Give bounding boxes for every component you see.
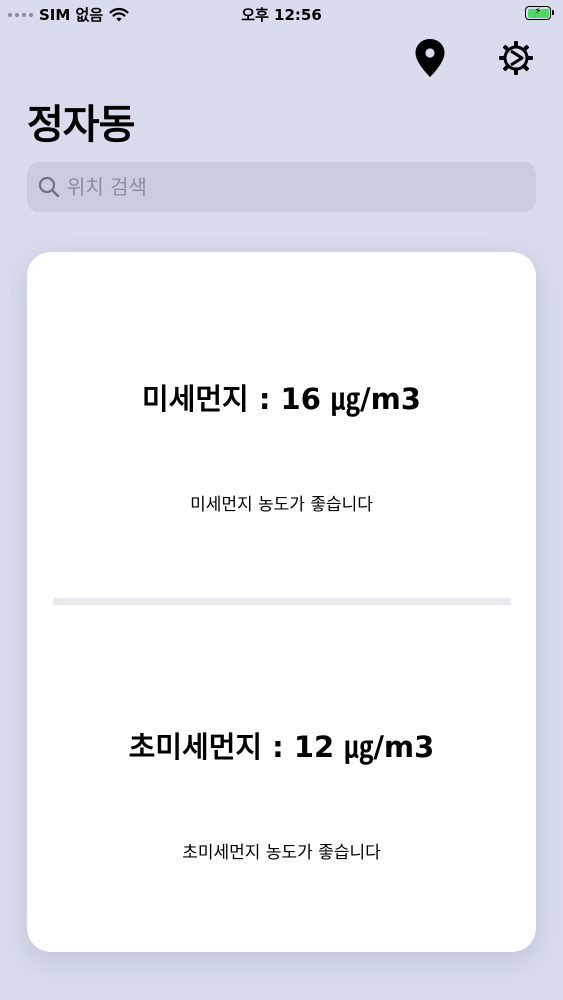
location-button[interactable] <box>411 38 449 78</box>
status-bar: SIM 없음 오후 12:56 ⚡ <box>0 0 563 28</box>
dust-card: 미세먼지 : 16 ㎍/m3 미세먼지 농도가 좋습니다 초미세먼지 : 12 … <box>27 252 536 952</box>
status-time: 오후 12:56 <box>241 6 322 24</box>
top-actions <box>411 38 535 78</box>
pm25-description: 초미세먼지 농도가 좋습니다 <box>182 843 381 863</box>
pm25-section: 초미세먼지 : 12 ㎍/m3 초미세먼지 농도가 좋습니다 <box>27 724 536 863</box>
pm10-section: 미세먼지 : 16 ㎍/m3 미세먼지 농도가 좋습니다 <box>27 376 536 515</box>
search-icon <box>38 176 60 198</box>
settings-button[interactable] <box>497 38 535 78</box>
gear-icon <box>499 41 533 75</box>
location-pin-icon <box>415 39 445 77</box>
search-bar[interactable] <box>27 162 536 212</box>
page-title: 정자동 <box>27 102 135 148</box>
pm25-value: 초미세먼지 : 12 ㎍/m3 <box>128 730 435 764</box>
divider <box>53 598 511 605</box>
pm10-value: 미세먼지 : 16 ㎍/m3 <box>142 382 421 416</box>
search-input[interactable] <box>67 175 536 199</box>
battery-icon: ⚡ <box>525 6 554 20</box>
pm10-description: 미세먼지 농도가 좋습니다 <box>190 495 373 515</box>
app-screen: SIM 없음 오후 12:56 ⚡ 정자동 위치 검색 미세먼지: 16 ㎍/… <box>0 0 563 1000</box>
